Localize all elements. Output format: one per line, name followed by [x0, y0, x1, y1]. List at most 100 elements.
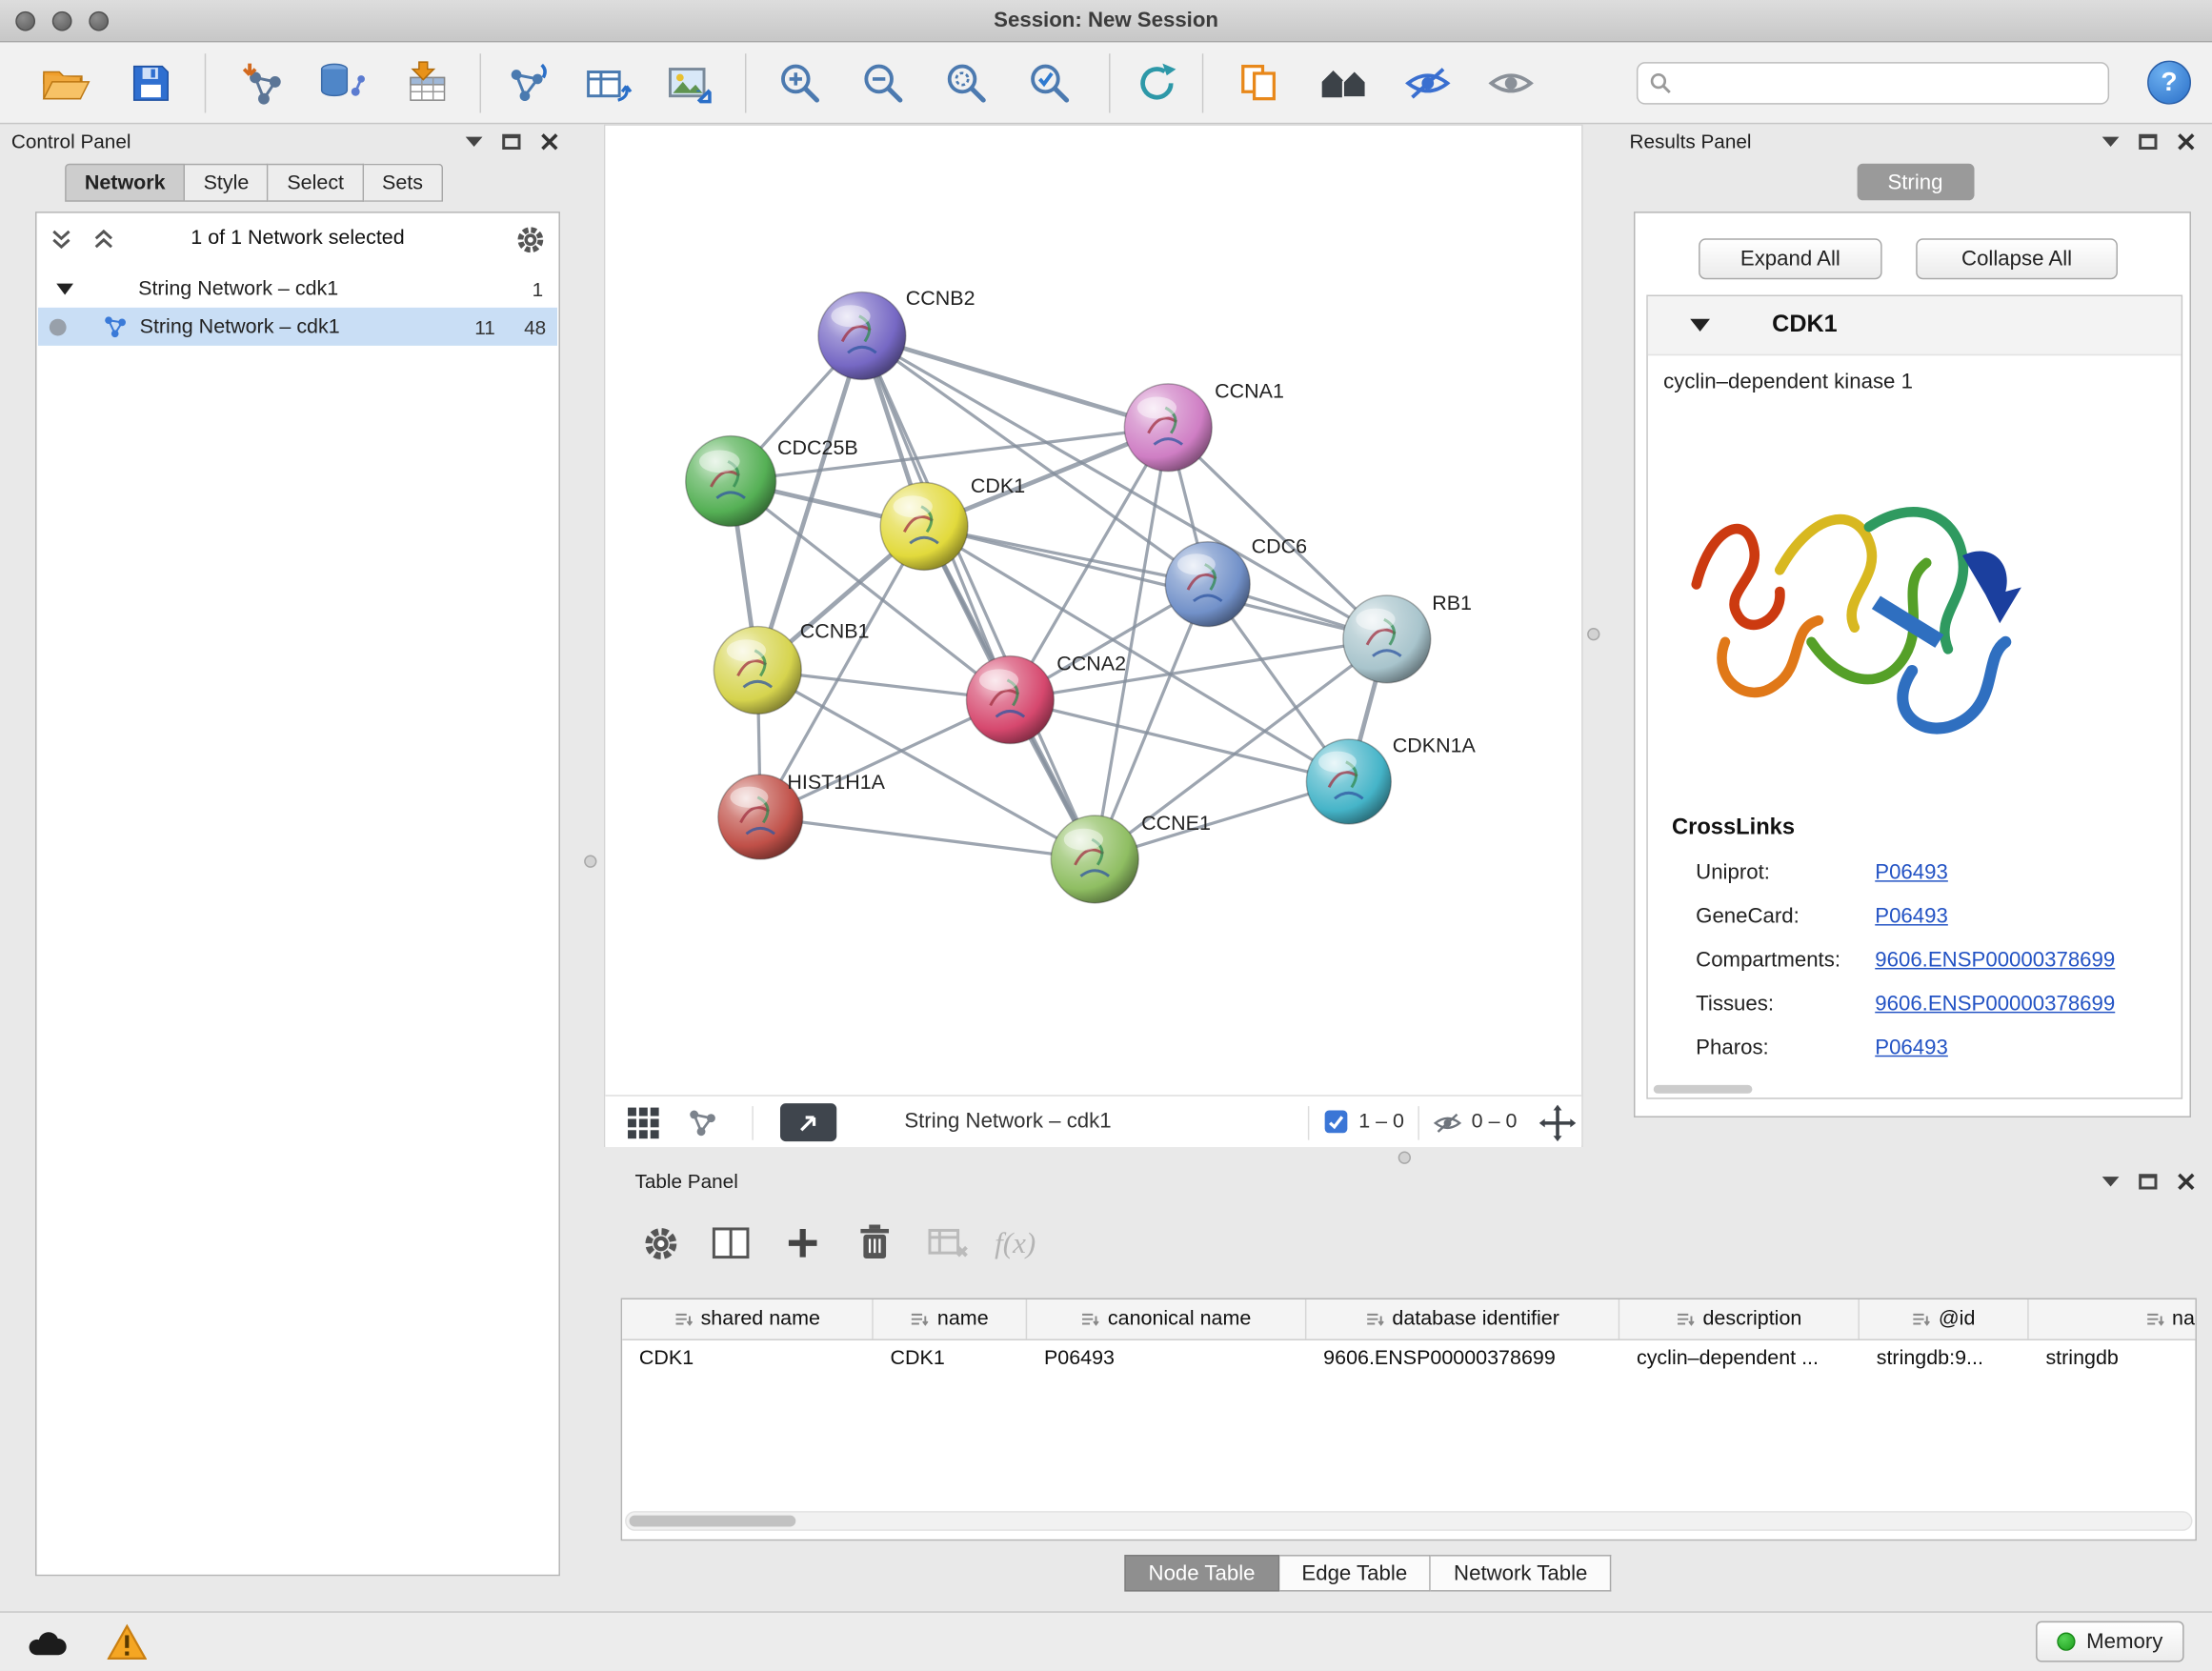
selected-checkbox-icon[interactable] — [1325, 1111, 1348, 1134]
cell-description[interactable]: cyclin–dependent ... — [1619, 1340, 1860, 1379]
column-header[interactable]: canonical name — [1027, 1299, 1306, 1339]
panel-menu-icon[interactable] — [466, 136, 483, 146]
table-settings-button[interactable] — [636, 1220, 684, 1265]
panel-close-icon[interactable] — [540, 131, 558, 150]
cell-id[interactable]: stringdb:9... — [1860, 1340, 2029, 1379]
network-node-ccna1[interactable] — [1124, 384, 1212, 472]
gene-section-header[interactable]: CDK1 — [1648, 296, 2182, 355]
clear-table-button-disabled[interactable] — [924, 1220, 972, 1265]
panel-float-icon[interactable] — [2139, 1173, 2157, 1188]
network-edge-hist1h1a-ccne1[interactable] — [760, 816, 1095, 858]
network-canvas[interactable]: CCNB2CCNA1CDC25BCDK1CDC6RB1CCNB1CCNA2CDK… — [605, 126, 1581, 1095]
crosslink-link[interactable]: 9606.ENSP00000378699 — [1875, 948, 2115, 972]
gear-icon[interactable] — [515, 224, 547, 255]
neighborhood-houses-button[interactable] — [1311, 50, 1378, 117]
cell-namespace[interactable]: stringdb — [2029, 1340, 2197, 1379]
export-image-button[interactable] — [656, 50, 724, 117]
import-table-from-file-button[interactable] — [391, 50, 458, 117]
tab-style[interactable]: Style — [185, 164, 269, 202]
zoom-selected-button[interactable] — [1016, 50, 1083, 117]
tab-network-table[interactable]: Network Table — [1431, 1555, 1611, 1592]
tab-edge-table[interactable]: Edge Table — [1279, 1555, 1432, 1592]
tab-network[interactable]: Network — [65, 164, 185, 202]
vertical-splitter-grip[interactable] — [1587, 628, 1599, 640]
panel-close-icon[interactable] — [2177, 131, 2195, 150]
hidden-eye-slash-icon[interactable] — [1432, 1112, 1463, 1135]
vertical-splitter-grip[interactable] — [584, 855, 596, 867]
zoom-fit-button[interactable] — [933, 50, 1000, 117]
panel-menu-icon[interactable] — [2102, 1176, 2120, 1185]
network-node-ccnb2[interactable] — [818, 292, 906, 380]
save-session-button[interactable] — [117, 50, 185, 117]
collapse-all-button[interactable]: Collapse All — [1916, 238, 2118, 279]
network-edge-ccnb2-ccna1[interactable] — [862, 335, 1168, 427]
create-column-button[interactable] — [779, 1220, 827, 1265]
search-input[interactable] — [1680, 72, 2097, 95]
column-header[interactable]: @id — [1860, 1299, 2029, 1339]
network-edge-cdk1-rb1[interactable] — [924, 526, 1387, 638]
search-box[interactable] — [1637, 62, 2109, 104]
column-header[interactable]: name — [874, 1299, 1027, 1339]
cell-canonical-name[interactable]: P06493 — [1027, 1340, 1306, 1379]
scrollbar-thumb[interactable] — [630, 1516, 796, 1527]
horizontal-splitter-grip[interactable] — [1398, 1151, 1411, 1163]
copy-document-button[interactable] — [1226, 50, 1294, 117]
expand-all-button[interactable]: Expand All — [1699, 238, 1882, 279]
column-header[interactable]: shared name — [622, 1299, 874, 1339]
network-node-ccne1[interactable] — [1051, 815, 1138, 903]
open-in-new-window-button[interactable] — [780, 1103, 836, 1141]
function-builder-button-disabled[interactable]: f(x) — [995, 1226, 1036, 1261]
tab-select[interactable]: Select — [269, 164, 364, 202]
cell-database-identifier[interactable]: 9606.ENSP00000378699 — [1306, 1340, 1619, 1379]
show-all-button[interactable] — [1478, 50, 1545, 117]
crosslink-link[interactable]: 9606.ENSP00000378699 — [1875, 992, 2115, 1016]
refresh-button[interactable] — [1123, 50, 1191, 117]
memory-button[interactable]: Memory — [2036, 1621, 2184, 1662]
grid-view-icon[interactable] — [627, 1106, 661, 1140]
network-node-cdkn1a[interactable] — [1306, 739, 1391, 824]
column-header[interactable]: namespace — [2029, 1299, 2197, 1339]
zoom-in-button[interactable] — [766, 50, 834, 117]
delete-column-button[interactable] — [851, 1220, 898, 1265]
cell-shared-name[interactable]: CDK1 — [622, 1340, 874, 1379]
crosslink-link[interactable]: P06493 — [1875, 904, 1948, 928]
cell-name[interactable]: CDK1 — [874, 1340, 1027, 1379]
birds-eye-view-icon[interactable] — [687, 1108, 718, 1139]
network-collection-row[interactable]: String Network – cdk1 1 — [38, 270, 557, 308]
network-node-ccna2[interactable] — [966, 656, 1054, 744]
network-row-selected[interactable]: String Network – cdk1 11 48 — [38, 308, 557, 346]
tab-node-table[interactable]: Node Table — [1124, 1555, 1278, 1592]
crosslink-link[interactable]: P06493 — [1875, 1036, 1948, 1059]
new-table-button[interactable] — [574, 50, 642, 117]
table-row[interactable]: CDK1 CDK1 P06493 9606.ENSP00000378699 cy… — [622, 1340, 2195, 1379]
pan-crosshair-icon[interactable] — [1539, 1105, 1577, 1142]
help-button[interactable]: ? — [2147, 61, 2191, 105]
import-network-from-file-button[interactable] — [226, 50, 293, 117]
tree-expander-icon[interactable] — [56, 283, 73, 294]
tab-string[interactable]: String — [1857, 164, 1974, 201]
zoom-out-button[interactable] — [850, 50, 917, 117]
warning-icon[interactable] — [108, 1624, 147, 1661]
hide-selected-button[interactable] — [1394, 50, 1461, 117]
crosslink-link[interactable]: P06493 — [1875, 860, 1948, 884]
cloud-icon[interactable] — [26, 1628, 68, 1658]
panel-menu-icon[interactable] — [2102, 136, 2120, 146]
section-expander-icon[interactable] — [1690, 319, 1710, 332]
network-node-cdc6[interactable] — [1165, 542, 1250, 627]
horizontal-scrollbar-thumb[interactable] — [1654, 1085, 1753, 1094]
panel-close-icon[interactable] — [2177, 1172, 2195, 1190]
tab-sets[interactable]: Sets — [364, 164, 443, 202]
new-network-from-selection-button[interactable] — [493, 50, 560, 117]
network-edge-ccnb2-ccne1[interactable] — [862, 335, 1095, 858]
network-node-cdc25b[interactable] — [686, 436, 776, 527]
panel-float-icon[interactable] — [502, 133, 520, 149]
network-node-ccnb1[interactable] — [714, 627, 801, 715]
network-node-rb1[interactable] — [1343, 595, 1431, 683]
column-header[interactable]: database identifier — [1306, 1299, 1619, 1339]
panel-float-icon[interactable] — [2139, 133, 2157, 149]
show-columns-button[interactable] — [707, 1220, 754, 1265]
table-horizontal-scrollbar[interactable] — [625, 1511, 2192, 1531]
open-session-button[interactable] — [32, 50, 100, 117]
import-network-from-database-button[interactable] — [308, 50, 375, 117]
network-node-cdk1[interactable] — [880, 483, 968, 571]
